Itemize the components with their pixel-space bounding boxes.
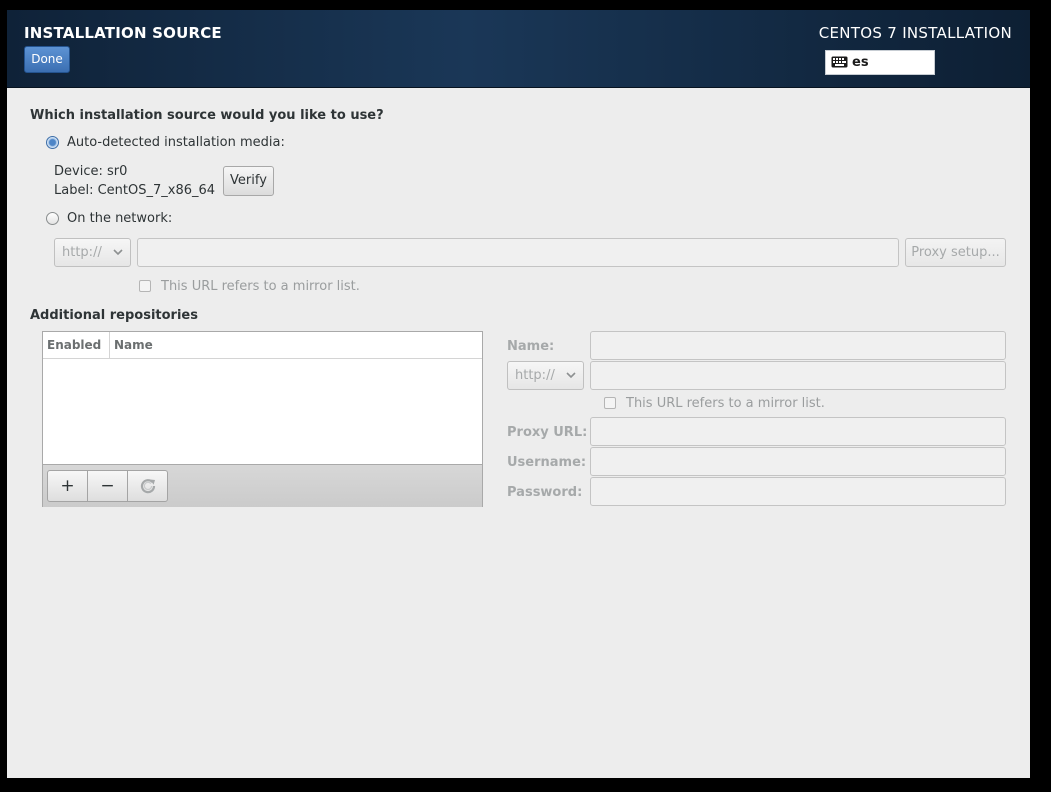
- network-radio[interactable]: [46, 212, 59, 225]
- device-info: Device: sr0: [54, 164, 128, 179]
- verify-button[interactable]: Verify: [223, 166, 274, 196]
- repo-mirror-label: This URL refers to a mirror list.: [626, 396, 825, 411]
- product-title: CENTOS 7 INSTALLATION: [818, 24, 1012, 42]
- refresh-repo-button[interactable]: [127, 470, 168, 502]
- keyboard-layout-indicator[interactable]: es: [825, 50, 935, 75]
- header-bar: INSTALLATION SOURCE Done CENTOS 7 INSTAL…: [7, 10, 1030, 88]
- network-protocol-select[interactable]: http://: [54, 238, 131, 267]
- repo-mirror-checkbox[interactable]: [604, 397, 616, 409]
- proxy-url-label: Proxy URL:: [507, 425, 588, 440]
- network-mirror-label: This URL refers to a mirror list.: [161, 279, 360, 294]
- username-input[interactable]: [590, 447, 1006, 476]
- repo-toolbar: + −: [43, 464, 482, 507]
- password-label: Password:: [507, 485, 583, 500]
- network-label[interactable]: On the network:: [67, 211, 172, 226]
- source-question: Which installation source would you like…: [30, 108, 384, 123]
- installer-window: INSTALLATION SOURCE Done CENTOS 7 INSTAL…: [7, 10, 1030, 778]
- repo-name-input[interactable]: [590, 331, 1006, 360]
- refresh-icon: [139, 476, 157, 496]
- repo-url-input[interactable]: [590, 361, 1006, 390]
- network-mirror-checkbox[interactable]: [139, 280, 151, 292]
- password-input[interactable]: [590, 477, 1006, 506]
- keyboard-icon: [831, 56, 848, 72]
- column-enabled[interactable]: Enabled: [47, 338, 101, 352]
- repo-protocol-select[interactable]: http://: [507, 361, 584, 390]
- repo-list[interactable]: Enabled Name + −: [42, 331, 483, 507]
- repo-protocol-value: http://: [515, 368, 555, 383]
- chevron-down-icon: [565, 367, 577, 387]
- column-name[interactable]: Name: [114, 338, 153, 352]
- network-protocol-value: http://: [62, 245, 102, 260]
- media-label-info: Label: CentOS_7_x86_64: [54, 183, 216, 198]
- done-button[interactable]: Done: [24, 46, 70, 73]
- auto-detected-label[interactable]: Auto-detected installation media:: [67, 135, 285, 150]
- keyboard-layout-label: es: [852, 55, 869, 70]
- proxy-setup-button[interactable]: Proxy setup...: [905, 238, 1006, 267]
- column-divider: [109, 332, 110, 358]
- add-repo-button[interactable]: +: [47, 470, 88, 502]
- remove-repo-button[interactable]: −: [87, 470, 128, 502]
- username-label: Username:: [507, 455, 587, 470]
- chevron-down-icon: [112, 244, 124, 264]
- auto-detected-radio[interactable]: [46, 136, 59, 149]
- repo-list-header: Enabled Name: [43, 332, 482, 359]
- network-url-input[interactable]: [137, 238, 899, 267]
- additional-repos-title: Additional repositories: [30, 308, 198, 323]
- proxy-url-input[interactable]: [590, 417, 1006, 446]
- page-title: INSTALLATION SOURCE: [24, 24, 222, 42]
- repo-name-label: Name:: [507, 339, 555, 354]
